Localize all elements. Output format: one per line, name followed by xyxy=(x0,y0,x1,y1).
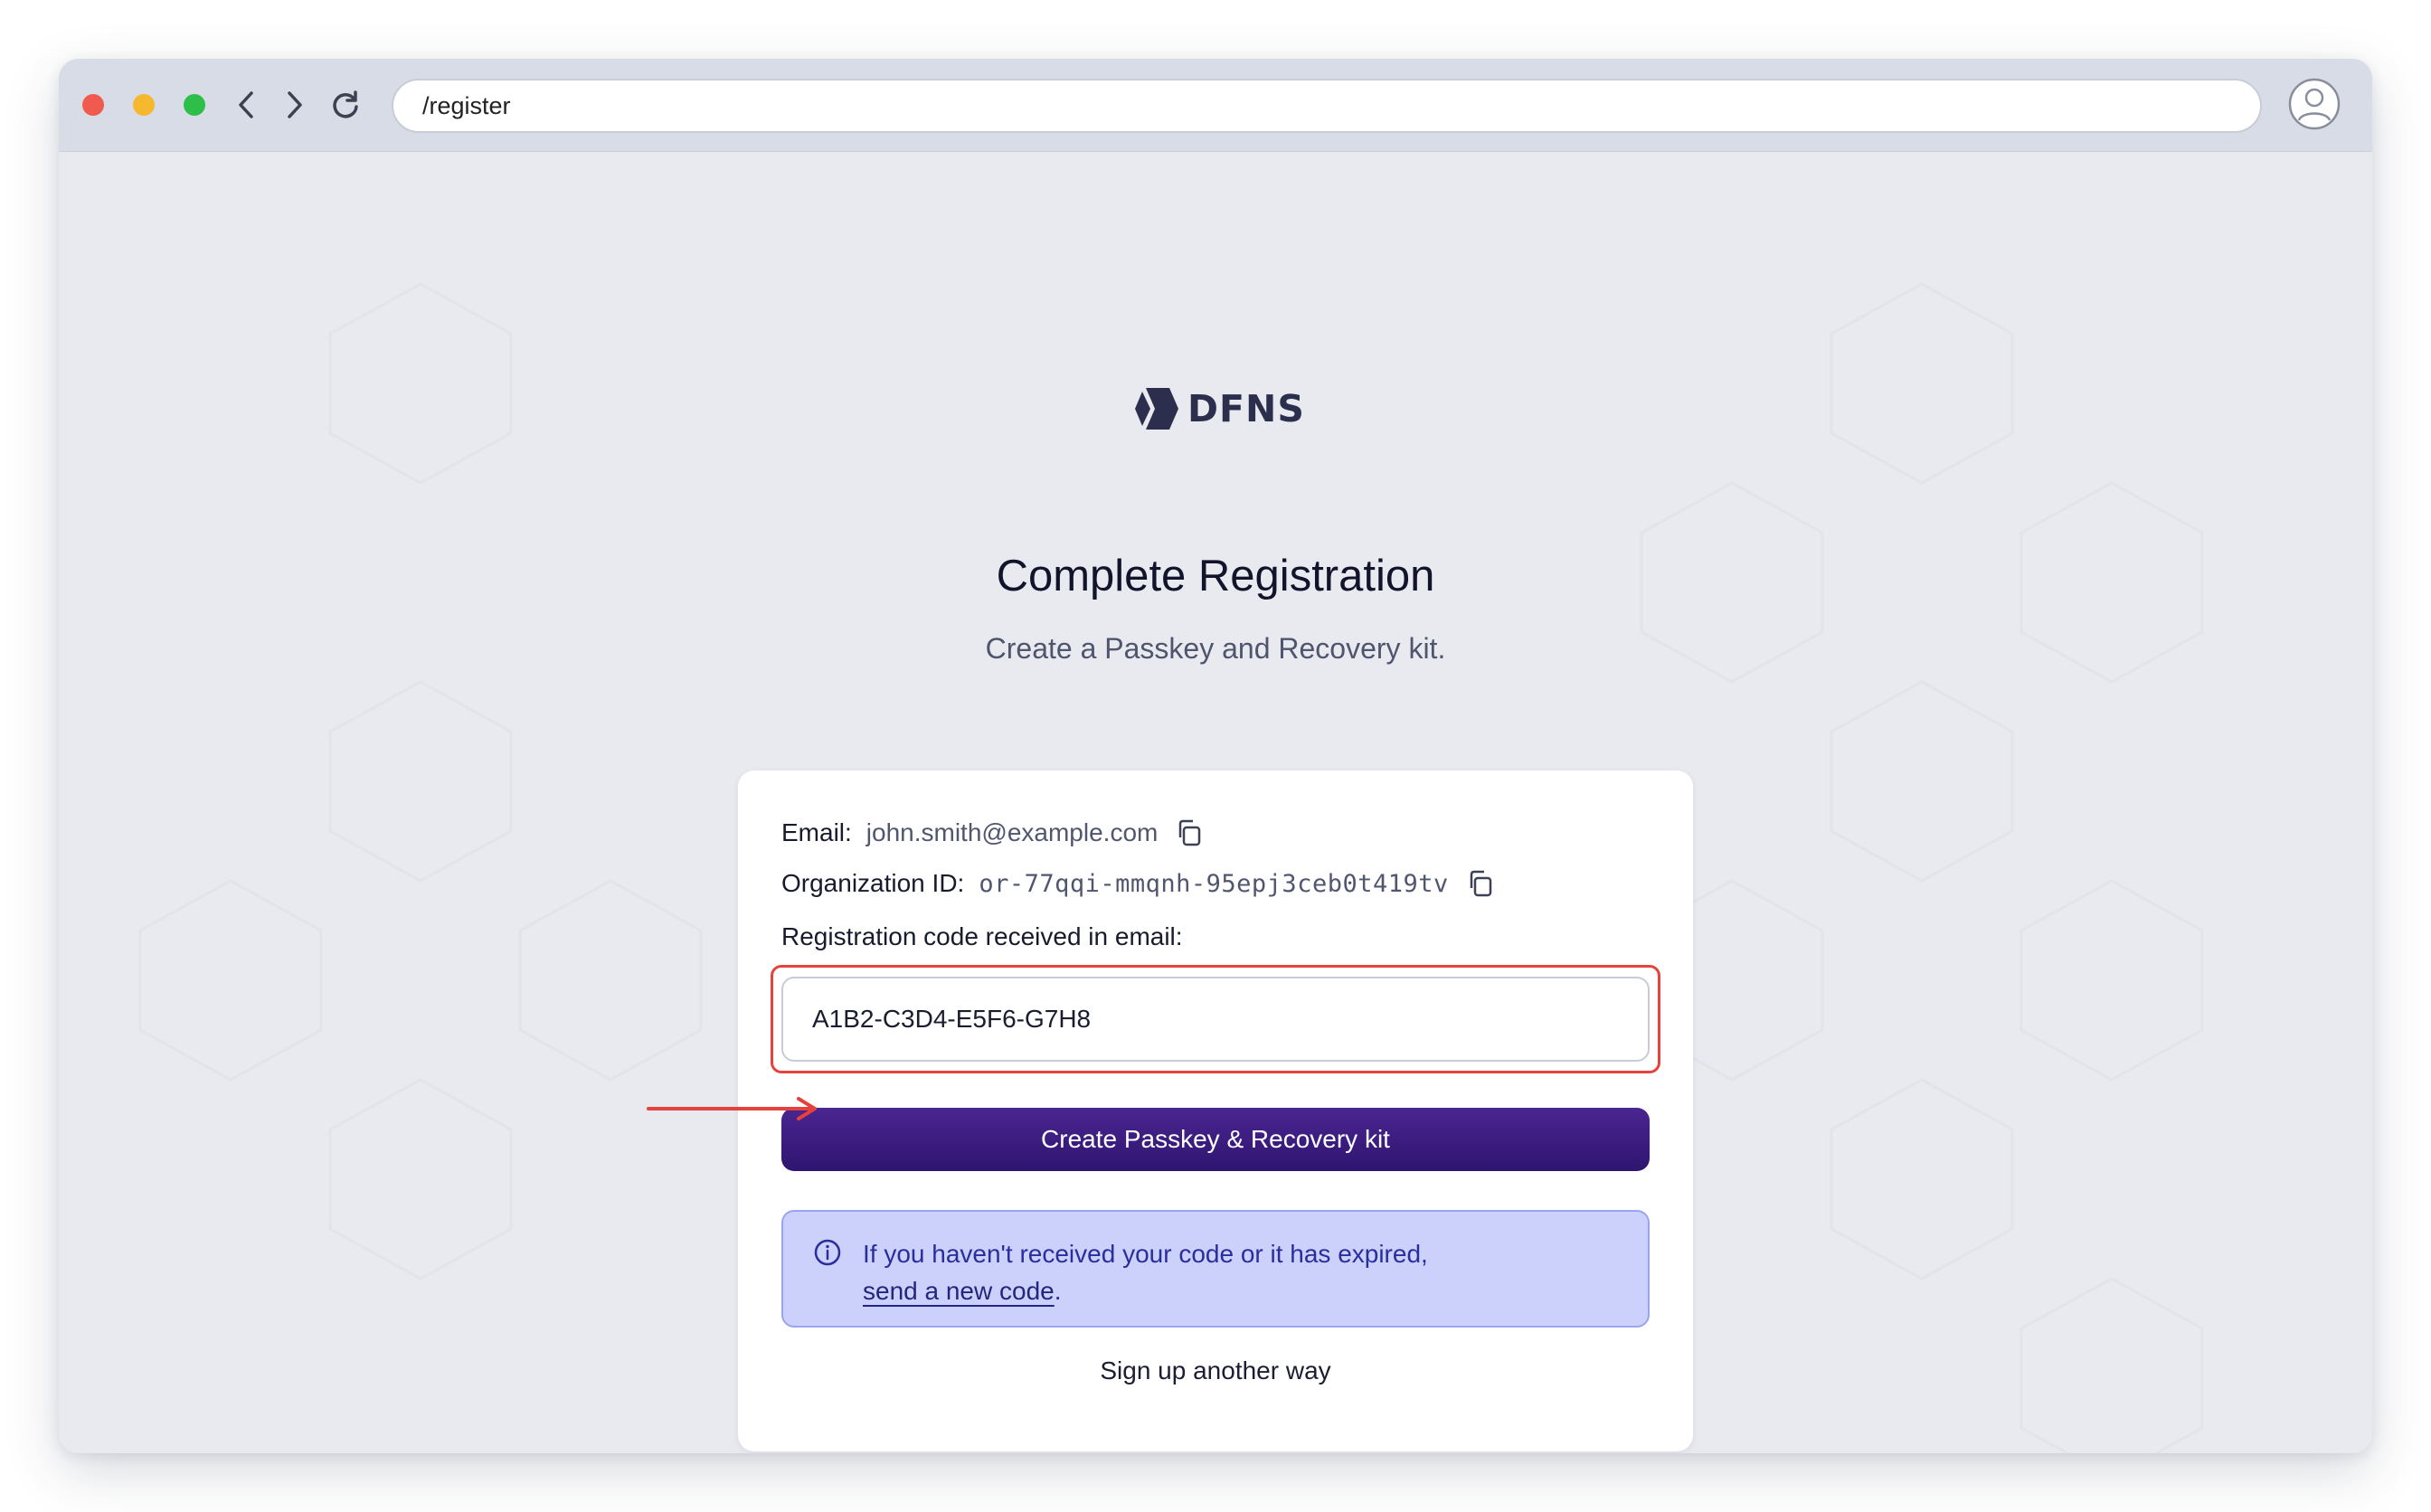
send-new-code-link[interactable]: send a new code xyxy=(863,1277,1055,1305)
info-suffix: . xyxy=(1054,1277,1062,1305)
reload-icon xyxy=(333,90,358,118)
copy-org-id-icon[interactable] xyxy=(1465,868,1496,899)
info-message: If you haven't received your code or it … xyxy=(863,1240,1428,1268)
email-label: Email: xyxy=(781,818,852,846)
dfns-logo-icon xyxy=(1135,388,1178,430)
url-text: /register xyxy=(422,91,511,119)
page-title: Complete Registration xyxy=(996,552,1435,600)
close-window-button[interactable] xyxy=(82,94,104,116)
minimize-window-button[interactable] xyxy=(133,94,155,116)
browser-window: /register DFNS Complete Registration Cre… xyxy=(59,59,2372,1453)
org-id-value: or-77qqi-mmqnh-95epj3ceb0t419tv xyxy=(979,869,1449,898)
profile-button[interactable] xyxy=(2287,77,2341,131)
email-value: john.smith@example.com xyxy=(866,818,1159,846)
info-icon xyxy=(814,1239,841,1266)
forward-button[interactable] xyxy=(276,86,314,124)
page-subtitle: Create a Passkey and Recovery kit. xyxy=(985,632,1446,665)
reload-button[interactable] xyxy=(326,86,364,124)
chevron-left-icon xyxy=(239,91,253,118)
page-content: DFNS Complete Registration Create a Pass… xyxy=(59,153,2372,1453)
arrow-annotation-icon xyxy=(647,1097,817,1120)
back-button[interactable] xyxy=(227,86,265,124)
info-text: If you haven't received your code or it … xyxy=(863,1235,1428,1309)
sign-up-another-way-link[interactable]: Sign up another way xyxy=(738,1356,1693,1385)
org-label: Organization ID: xyxy=(781,869,965,897)
info-alert: If you haven't received your code or it … xyxy=(781,1210,1650,1328)
browser-toolbar: /register xyxy=(59,59,2372,152)
copy-email-icon[interactable] xyxy=(1174,817,1205,848)
registration-card: Email: john.smith@example.com Organizati… xyxy=(738,770,1693,1451)
dfns-logo: DFNS xyxy=(1133,386,1305,431)
registration-code-input[interactable] xyxy=(781,977,1650,1062)
user-icon xyxy=(2288,78,2341,130)
organization-row: Organization ID: or-77qqi-mmqnh-95epj3ce… xyxy=(781,868,1496,899)
logo-text: DFNS xyxy=(1187,387,1305,430)
create-passkey-button[interactable]: Create Passkey & Recovery kit xyxy=(781,1108,1650,1171)
maximize-window-button[interactable] xyxy=(184,94,205,116)
email-row: Email: john.smith@example.com xyxy=(781,817,1205,848)
address-bar[interactable]: /register xyxy=(392,79,2262,133)
chevron-right-icon xyxy=(288,91,302,118)
code-label: Registration code received in email: xyxy=(781,922,1183,950)
